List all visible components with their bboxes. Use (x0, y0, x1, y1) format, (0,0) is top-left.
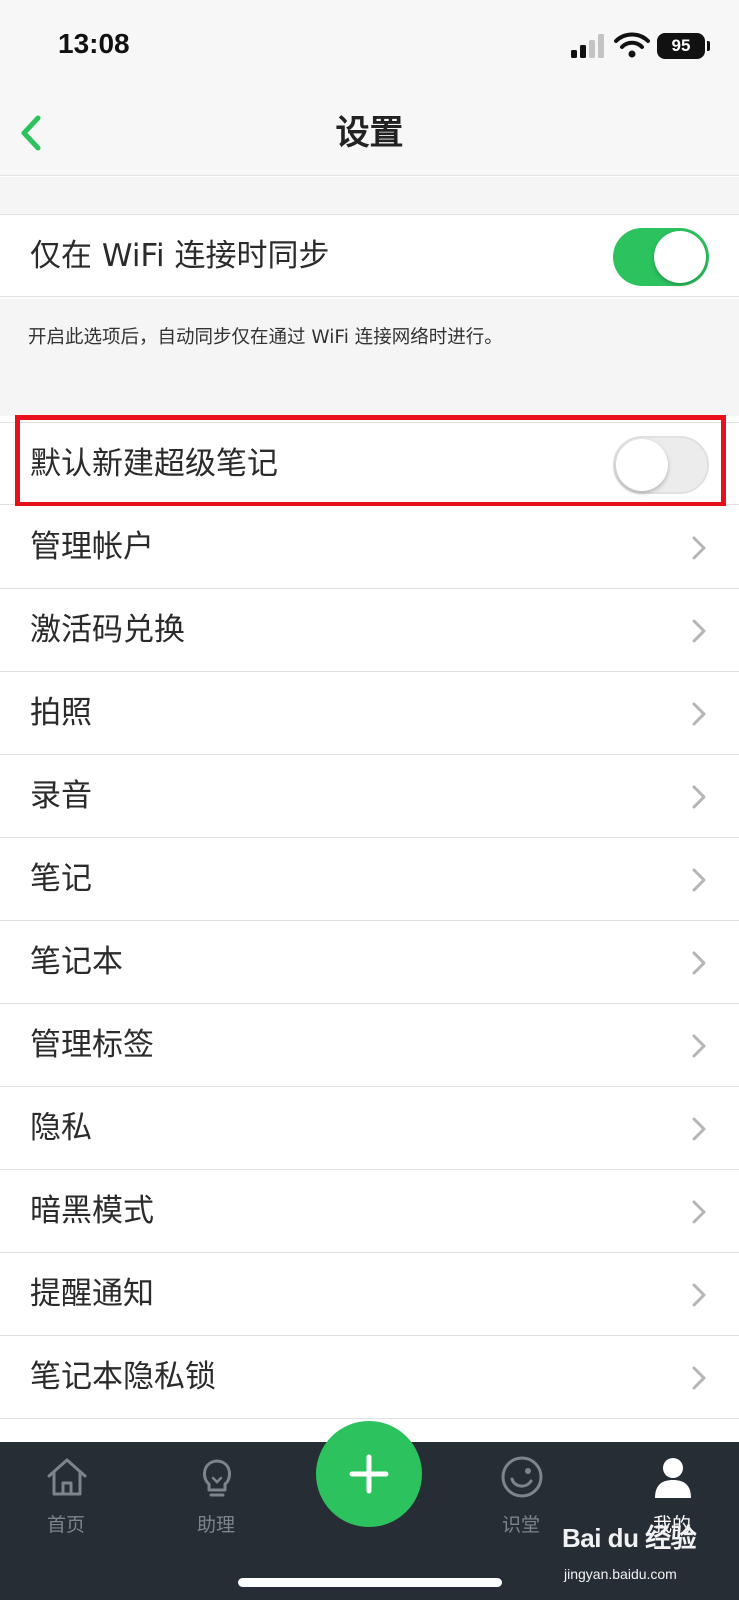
chevron-right-icon (692, 1200, 706, 1224)
section-gap (0, 177, 739, 214)
list-item[interactable]: 管理帐户 (0, 506, 739, 589)
page-title: 设置 (335, 113, 404, 153)
baidu-watermark: Bai du 经验 jingyan.baidu.com (558, 1516, 734, 1592)
default-super-note-label: 默认新建超级笔记 (30, 446, 278, 482)
wifi-icon (614, 32, 650, 58)
list-item[interactable]: 提醒通知 (0, 1253, 739, 1336)
list-item-label: 提醒通知 (30, 1276, 154, 1312)
wifi-sync-note: 开启此选项后，自动同步仅在通过 WiFi 连接网络时进行。 (28, 327, 503, 348)
list-item[interactable]: 笔记 (0, 838, 739, 921)
tab-label: 助理 (196, 1514, 235, 1536)
tab-home[interactable]: 首页 (11, 1442, 121, 1562)
list-item-label: 笔记本隐私锁 (30, 1359, 216, 1395)
list-item-label: 管理帐户 (30, 529, 154, 565)
chevron-right-icon (692, 619, 706, 643)
list-item[interactable]: 笔记本隐私锁 (0, 1336, 739, 1419)
tab-label: 首页 (46, 1514, 85, 1536)
signal-icon (571, 34, 604, 58)
toggle-knob (616, 439, 668, 491)
list-item-label: 激活码兑换 (30, 612, 185, 648)
watermark-logo: Bai du 经验 (562, 1523, 697, 1553)
chevron-right-icon (692, 702, 706, 726)
list-item-label: 拍照 (30, 695, 92, 731)
list-item[interactable]: 笔记本 (0, 921, 739, 1004)
lightbulb-icon (203, 1459, 231, 1497)
list-item-label: 暗黑模式 (30, 1193, 154, 1229)
chevron-right-icon (692, 951, 706, 975)
chevron-right-icon (692, 536, 706, 560)
status-bar: 13:08 95 (0, 0, 739, 90)
chevron-right-icon (692, 1034, 706, 1058)
wifi-sync-toggle[interactable] (613, 228, 709, 286)
battery-icon: 95 (657, 33, 710, 59)
home-icon (47, 1458, 87, 1496)
status-time: 13:08 (58, 28, 130, 59)
default-super-note-row: 默认新建超级笔记 (0, 422, 739, 505)
person-icon (655, 1458, 691, 1498)
list-item[interactable]: 隐私 (0, 1087, 739, 1170)
chevron-left-icon[interactable] (14, 110, 48, 156)
home-indicator (238, 1578, 502, 1587)
default-super-note-toggle[interactable] (613, 436, 709, 494)
wifi-sync-note-area: 开启此选项后，自动同步仅在通过 WiFi 连接网络时进行。 (0, 299, 739, 416)
smile-circle-icon (501, 1456, 543, 1498)
wifi-sync-label: 仅在 WiFi 连接时同步 (30, 238, 330, 274)
wifi-sync-row: 仅在 WiFi 连接时同步 (0, 214, 739, 297)
list-item-label: 管理标签 (30, 1027, 154, 1063)
tab-assistant[interactable]: 助理 (161, 1442, 271, 1562)
chevron-right-icon (692, 1117, 706, 1141)
chevron-right-icon (692, 868, 706, 892)
list-item[interactable]: 录音 (0, 755, 739, 838)
chevron-right-icon (692, 1366, 706, 1390)
chevron-right-icon (692, 785, 706, 809)
list-item-label: 笔记 (30, 861, 92, 897)
toggle-knob (654, 231, 706, 283)
watermark-url: jingyan.baidu.com (564, 1566, 677, 1582)
list-item[interactable]: 激活码兑换 (0, 589, 739, 672)
list-item[interactable]: 管理标签 (0, 1004, 739, 1087)
chevron-right-icon (692, 1283, 706, 1307)
list-item[interactable]: 暗黑模式 (0, 1170, 739, 1253)
list-item-label: 笔记本 (30, 944, 123, 980)
nav-bar: 设置 (0, 90, 739, 176)
list-item-label: 隐私 (30, 1110, 92, 1146)
list-item-label: 录音 (30, 778, 92, 814)
list-item[interactable]: 拍照 (0, 672, 739, 755)
plus-icon (349, 1454, 389, 1494)
add-note-button[interactable] (316, 1421, 422, 1527)
